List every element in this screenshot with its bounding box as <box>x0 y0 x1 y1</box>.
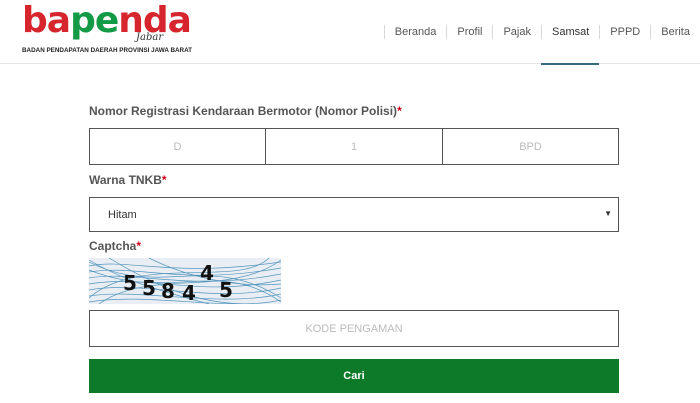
plate-number-group <box>89 128 619 165</box>
captcha-code: 5 5 8 4 4 5 <box>89 258 281 304</box>
nav-divider <box>599 25 601 39</box>
plate-number-input[interactable] <box>266 128 443 165</box>
nav-item-pppd[interactable]: PPPD <box>599 0 650 64</box>
captcha-char: 5 <box>219 278 233 302</box>
nav-label: Beranda <box>394 26 437 38</box>
required-mark: * <box>397 104 402 118</box>
logo-tagline: BADAN PENDAPATAN DAERAH PROVINSI JAWA BA… <box>22 47 193 54</box>
plate-suffix-input[interactable] <box>443 128 619 165</box>
nav-label: Pajak <box>503 26 531 38</box>
chevron-down-icon: ▼ <box>604 209 612 218</box>
captcha-char: 8 <box>161 279 175 303</box>
plate-number-label: Nomor Registrasi Kendaraan Bermotor (Nom… <box>89 104 402 118</box>
captcha-label: Captcha* <box>89 239 141 253</box>
nav-item-berita[interactable]: Berita <box>650 0 700 64</box>
required-mark: * <box>161 173 167 187</box>
captcha-char: 4 <box>182 281 196 304</box>
tnkb-selected-value: Hitam <box>108 209 137 221</box>
nav-item-profil[interactable]: Profil <box>446 0 492 64</box>
nav-item-pajak[interactable]: Pajak <box>492 0 541 64</box>
logo-word-accent: pe <box>70 0 119 41</box>
logo-wordmark: bapenda <box>22 0 192 41</box>
nav-label: Berita <box>661 26 690 38</box>
nav-divider <box>383 25 385 39</box>
nav-divider <box>446 25 448 39</box>
nav-divider <box>540 25 542 39</box>
bapenda-logo[interactable]: bapenda Jabar BADAN PENDAPATAN DAERAH PR… <box>22 2 202 58</box>
search-button[interactable]: Cari <box>89 359 619 393</box>
nav-label: Profil <box>457 26 483 38</box>
plate-label-text: Nomor Registrasi Kendaraan Bermotor (Nom… <box>89 104 398 118</box>
tnkb-label-text: Warna TNKB <box>89 173 162 187</box>
plate-prefix-input[interactable] <box>89 128 266 165</box>
captcha-char: 5 <box>142 276 156 300</box>
main-nav: Beranda Profil Pajak Samsat PPPD Berita <box>383 0 700 65</box>
tnkb-color-label: Warna TNKB* <box>89 173 167 187</box>
nav-label: Samsat <box>551 26 590 38</box>
captcha-char: 5 <box>123 271 137 295</box>
tnkb-color-select[interactable]: Hitam ▼ <box>89 197 619 232</box>
captcha-char: 4 <box>200 261 214 285</box>
nav-label: PPPD <box>610 26 641 38</box>
captcha-image: 5 5 8 4 4 5 <box>89 258 281 304</box>
captcha-label-text: Captcha <box>89 239 137 253</box>
nav-item-samsat[interactable]: Samsat <box>540 0 600 65</box>
nav-item-beranda[interactable]: Beranda <box>383 0 447 64</box>
logo-subtitle: Jabar <box>136 32 164 43</box>
logo-word-text: bapenda <box>22 0 192 41</box>
site-header: bapenda Jabar BADAN PENDAPATAN DAERAH PR… <box>0 0 700 65</box>
nav-divider <box>650 25 652 39</box>
required-mark: * <box>136 239 142 253</box>
nav-divider <box>492 25 494 39</box>
security-code-input[interactable] <box>89 310 619 347</box>
